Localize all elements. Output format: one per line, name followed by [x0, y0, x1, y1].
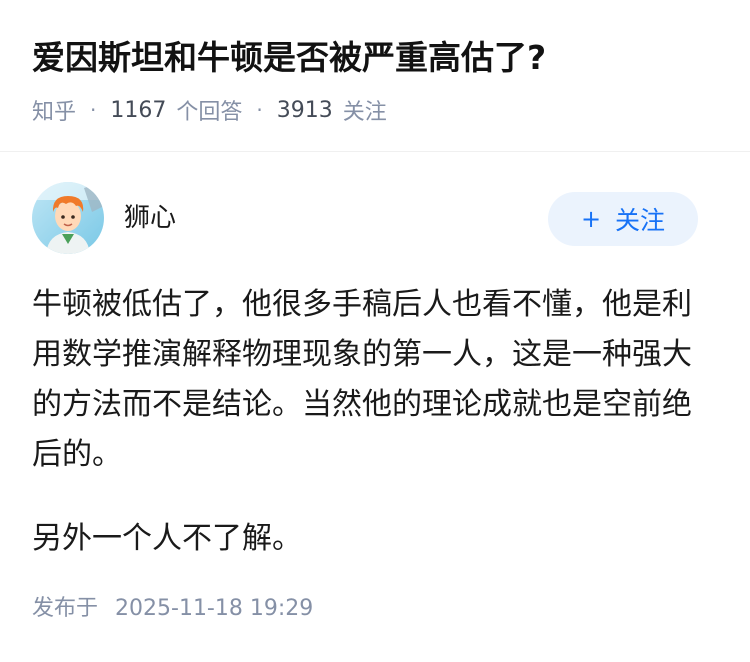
- follow-button[interactable]: + 关注: [548, 192, 698, 246]
- followers-count: 3913: [276, 97, 333, 123]
- answer-paragraph: 另外一个人不了解。: [32, 521, 302, 556]
- question-meta: 知乎 · 1167 个回答 · 3913 关注: [32, 93, 387, 127]
- plus-icon: +: [580, 205, 602, 233]
- follow-button-label: 关注: [615, 206, 666, 235]
- author-row: 狮心 + 关注: [32, 182, 698, 256]
- avatar-image: [32, 182, 104, 254]
- source-label[interactable]: 知乎: [32, 94, 76, 126]
- meta-separator: ·: [90, 98, 97, 122]
- question-header: 爱因斯坦和牛顿是否被严重高估了? 知乎 · 1167 个回答 · 3913 关注: [0, 0, 750, 152]
- answer-content[interactable]: 牛顿被低估了，他很多手稿后人也看不懂，他是利用数学推演解释物理现象的第一人，这是…: [32, 280, 712, 564]
- followers-label[interactable]: 关注: [343, 94, 387, 126]
- publish-info: 发布于 2025-11-18 19:29: [32, 592, 313, 626]
- publish-timestamp: 2025-11-18 19:29: [115, 596, 314, 621]
- author-name[interactable]: 狮心: [124, 200, 176, 236]
- answers-label[interactable]: 个回答: [176, 94, 242, 126]
- author-avatar[interactable]: [32, 182, 104, 254]
- meta-separator: ·: [256, 98, 263, 122]
- answer-paragraph: 牛顿被低估了，他很多手稿后人也看不懂，他是利用数学推演解释物理现象的第一人，这是…: [32, 287, 692, 472]
- question-title[interactable]: 爱因斯坦和牛顿是否被严重高估了?: [32, 34, 546, 82]
- answers-count: 1167: [110, 97, 167, 123]
- publish-label: 发布于: [32, 596, 99, 621]
